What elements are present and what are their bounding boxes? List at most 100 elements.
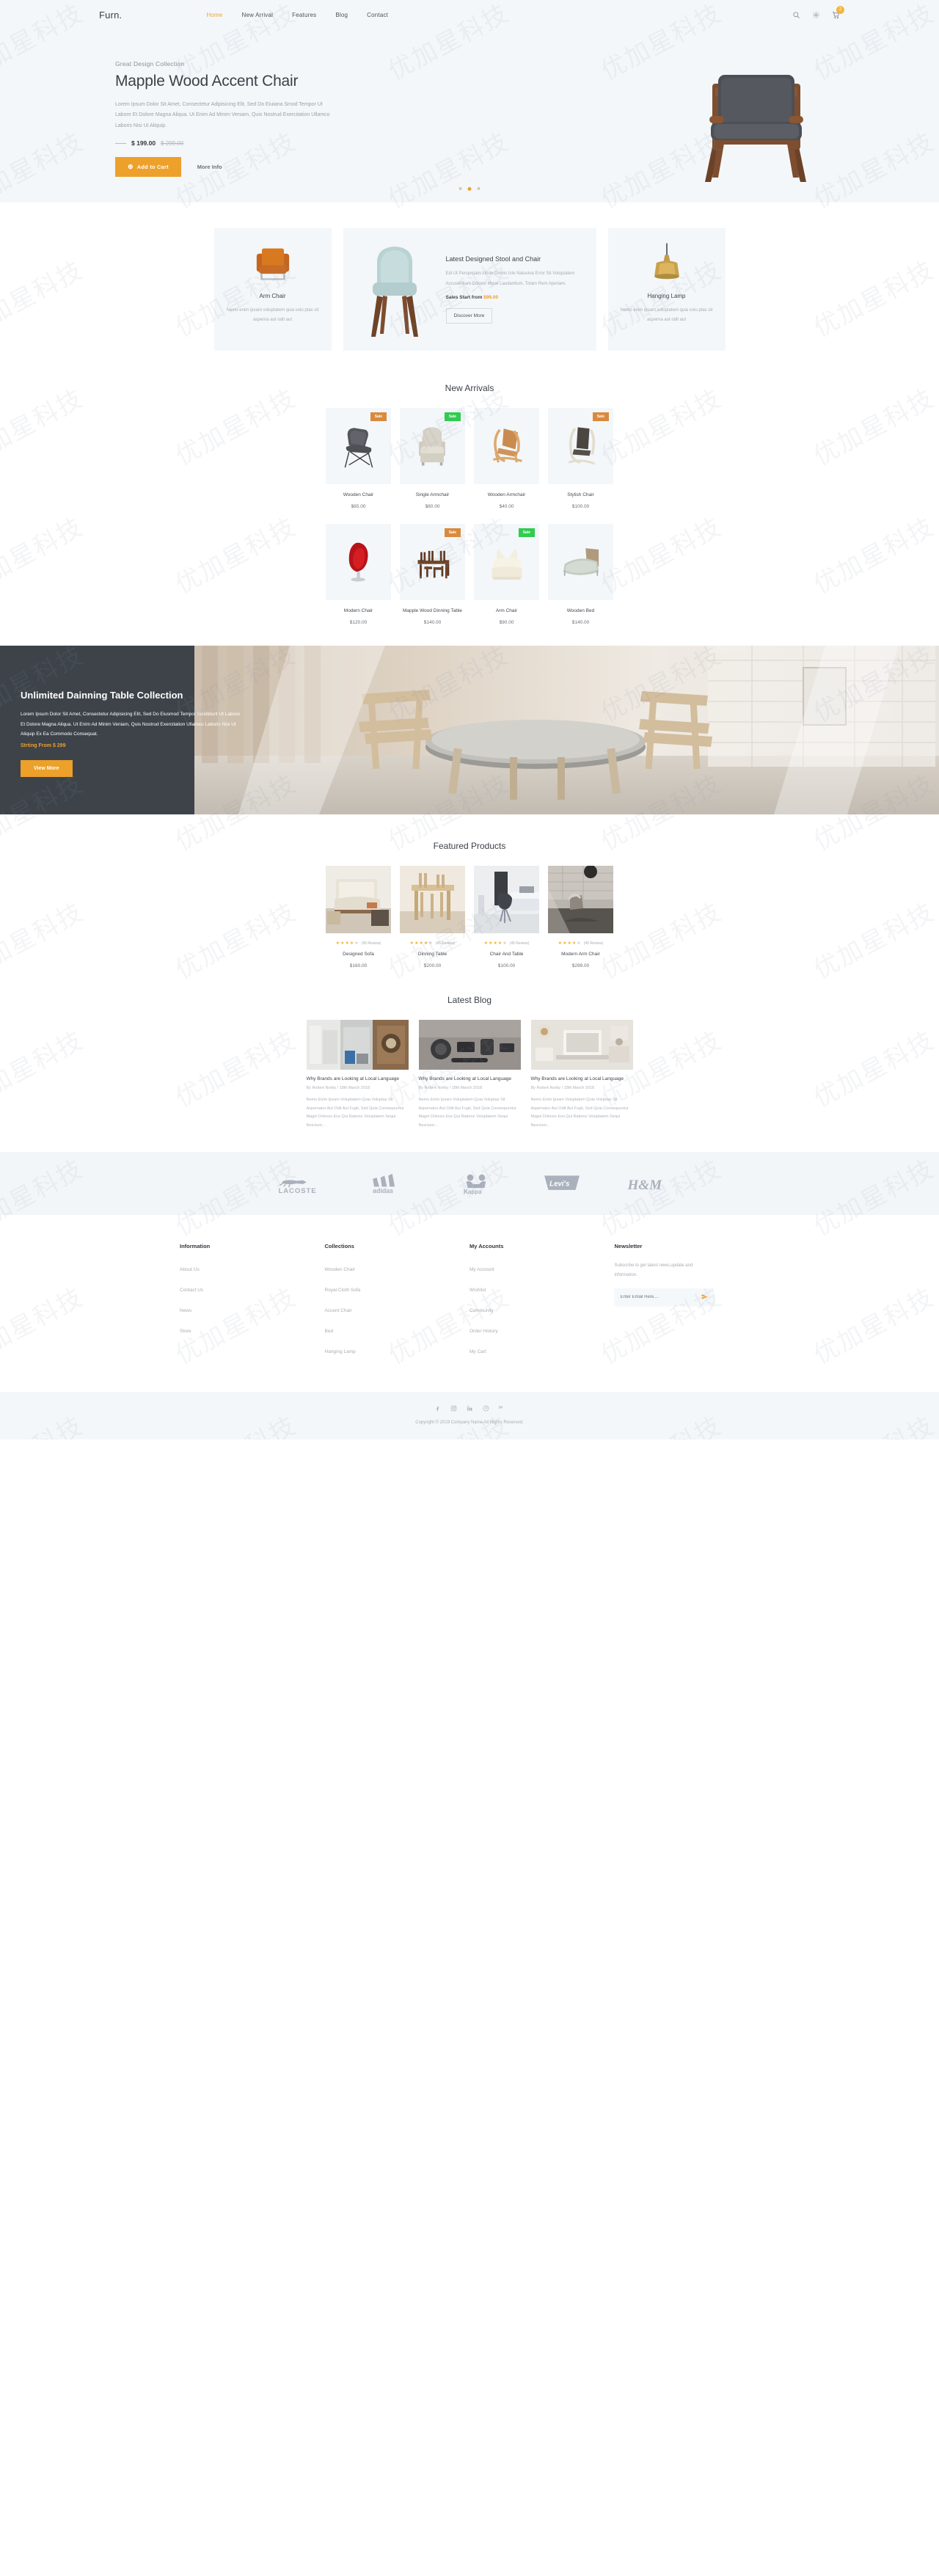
product-card[interactable]: Modern Chair $120.00	[326, 524, 391, 625]
star-icon: ★	[577, 941, 581, 946]
product-image	[548, 524, 613, 600]
hero-old-price: $ 299.00	[161, 139, 184, 147]
featured-card[interactable]: ★ ★ ★ ★ ★ (45 Review) Modern Arm Chair $…	[548, 866, 613, 968]
footer-link[interactable]: Bed	[325, 1329, 334, 1334]
nav-item-home[interactable]: Home	[206, 12, 222, 18]
nav-item-contact[interactable]: Contact	[367, 12, 388, 18]
footer-link[interactable]: Wooden Chair	[325, 1267, 355, 1272]
brand-logo-kappa: Kappa	[453, 1172, 499, 1194]
blog-image	[418, 1020, 521, 1070]
product-image: Sale	[400, 524, 465, 600]
footer-column-information: Information About Us Contact Us News Sto…	[180, 1243, 325, 1364]
product-card[interactable]: Sale Wooden Chair $65.00	[326, 408, 391, 509]
blog-post-title[interactable]: Why Brands are Looking at Local Language	[531, 1076, 633, 1081]
sale-badge: Sale	[592, 412, 609, 421]
product-image: Sale	[326, 408, 391, 484]
footer-column-my-accounts: My Accounts My Account Wishlist Communit…	[470, 1243, 615, 1364]
brand-logo-hm: H&M	[625, 1173, 663, 1194]
featured-card[interactable]: ★ ★ ★ ★ ★ (45 Review) Dinning Table $200…	[400, 866, 465, 968]
nav-item-new-arrival[interactable]: New Arrival	[241, 12, 273, 18]
footer-link[interactable]: Royal Cloth Sofa	[325, 1288, 361, 1293]
star-icon: ★	[503, 941, 507, 946]
view-more-button[interactable]: View More	[21, 759, 73, 777]
star-icon: ★	[567, 941, 571, 946]
feature-card-desc: Nemo enim ipsam voluptatem quia volu pta…	[620, 308, 713, 322]
footer-link[interactable]: Community	[470, 1308, 494, 1313]
linkedin-icon[interactable]	[467, 1405, 473, 1412]
svg-text:H&M: H&M	[626, 1178, 662, 1193]
sales-price: $99.00	[483, 294, 499, 300]
sale-badge: Sale	[444, 528, 461, 537]
slider-dot-1[interactable]	[458, 187, 462, 190]
footer-link[interactable]: Wishlist	[470, 1288, 486, 1293]
banner-price-line: Strting From $ 299	[21, 743, 194, 748]
newsletter-email-input[interactable]	[620, 1294, 701, 1299]
product-card[interactable]: Sale Mapple Wood Dinning Table $140.00	[400, 524, 465, 625]
featured-price: $160.00	[349, 963, 368, 968]
hero-kicker: Great Design Collection	[115, 60, 185, 67]
star-icon: ★	[428, 941, 433, 946]
more-info-link[interactable]: More Info	[197, 164, 222, 170]
social-links: Bē	[0, 1405, 939, 1412]
discover-more-button[interactable]: Discover More	[445, 307, 493, 324]
footer-link[interactable]: Hanging Lamp	[325, 1349, 356, 1354]
footer-heading: Information	[180, 1243, 211, 1250]
site-header: Furn. Home New Arrival Features Blog Con…	[0, 0, 939, 29]
blog-post-title[interactable]: Why Brands are Looking at Local Language	[307, 1076, 409, 1081]
blog-post-meta: By Robert Norby / 18th March 2018	[418, 1086, 483, 1090]
footer-link[interactable]: About Us	[180, 1267, 200, 1272]
product-price: $90.00	[499, 620, 514, 625]
footer-link[interactable]: News	[180, 1308, 191, 1313]
footer-link[interactable]: Order History	[470, 1329, 498, 1334]
pinterest-icon[interactable]	[483, 1405, 489, 1412]
featured-card[interactable]: ★ ★ ★ ★ ★ (45 Review) Designed Sofa $160…	[326, 866, 391, 968]
featured-name: Chair And Table	[489, 952, 524, 957]
feature-card-hanging-lamp[interactable]: Hanging Lamp Nemo enim ipsam voluptatem …	[607, 228, 726, 351]
sale-badge: Sale	[518, 528, 535, 537]
behance-icon[interactable]: Bē	[499, 1405, 505, 1412]
blog-card[interactable]: Why Brands are Looking at Local Language…	[306, 1020, 409, 1130]
feature-card-arm-chair[interactable]: Arm Chair Nemo enim ipsam voluptatem qui…	[213, 228, 332, 351]
blog-post-title[interactable]: Why Brands are Looking at Local Language	[419, 1076, 521, 1081]
add-to-cart-button[interactable]: ⊕ Add to Cart	[115, 157, 181, 178]
hero-section: Great Design Collection Mapple Wood Acce…	[0, 29, 939, 202]
nav-item-features[interactable]: Features	[292, 12, 316, 18]
hero-price: $ 199.00	[131, 139, 156, 147]
product-card[interactable]: Wooden Armchair $40.00	[474, 408, 539, 509]
blog-card[interactable]: Why Brands are Looking at Local Language…	[530, 1020, 633, 1130]
instagram-icon[interactable]	[450, 1405, 457, 1412]
arm-chair-image	[224, 241, 321, 285]
blog-card[interactable]: Why Brands are Looking at Local Language…	[418, 1020, 521, 1130]
blog-image	[530, 1020, 633, 1070]
newsletter-form	[614, 1288, 714, 1306]
product-card[interactable]: Sale Single Armchair $80.00	[400, 408, 465, 509]
product-image	[474, 408, 539, 484]
footer-link[interactable]: Contact Us	[180, 1288, 203, 1293]
footer-link[interactable]: My Account	[470, 1267, 494, 1272]
product-image: Sale	[474, 524, 539, 600]
product-card[interactable]: Sale Arm Chair $90.00	[474, 524, 539, 625]
slider-dot-2[interactable]	[467, 187, 472, 191]
cart-icon[interactable]: 2	[832, 5, 844, 19]
site-logo[interactable]: Furn.	[99, 10, 122, 21]
search-icon[interactable]	[792, 11, 800, 19]
send-icon[interactable]	[701, 1294, 708, 1300]
banner-room-image	[194, 646, 939, 814]
star-icon: ★	[414, 941, 419, 946]
footer-link[interactable]: Store	[180, 1329, 191, 1334]
hero-slider-dots[interactable]	[458, 187, 481, 191]
nav-item-blog[interactable]: Blog	[335, 12, 348, 18]
featured-card[interactable]: ★ ★ ★ ★ ★ (45 Review) Chair And Table $1…	[474, 866, 539, 968]
gear-icon[interactable]	[812, 11, 820, 19]
footer-link[interactable]: Accent Chair	[325, 1308, 352, 1313]
slider-dot-3[interactable]	[477, 187, 481, 190]
facebook-icon[interactable]	[434, 1405, 441, 1412]
feature-card-title: Hanging Lamp	[647, 293, 686, 299]
product-price: $140.00	[571, 620, 590, 625]
product-card[interactable]: Wooden Bed $140.00	[548, 524, 613, 625]
star-icon: ★	[340, 941, 345, 946]
featured-price: $200.00	[423, 963, 442, 968]
product-card[interactable]: Sale Stylish Chair $100.00	[548, 408, 613, 509]
footer-link[interactable]: My Cart	[470, 1349, 486, 1354]
featured-name: Modern Arm Chair	[561, 952, 600, 957]
